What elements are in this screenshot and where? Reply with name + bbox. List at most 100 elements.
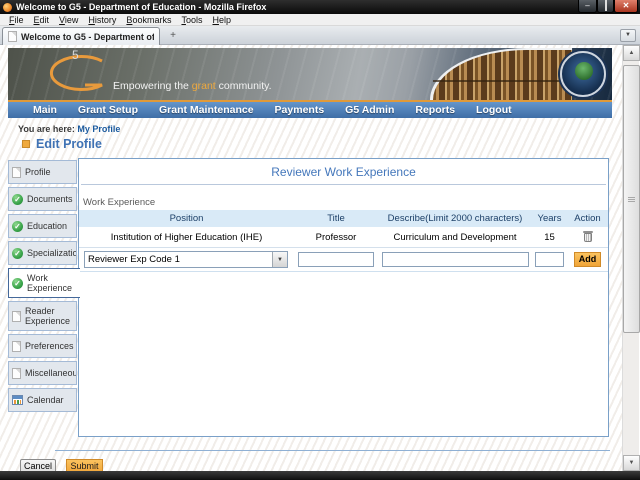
sidebar-item-documents[interactable]: ✓ Documents [8, 187, 77, 211]
vertical-scrollbar[interactable]: ▲ ▼ [622, 45, 639, 471]
tagline-highlight: grant [192, 80, 216, 92]
sidebar-item-preferences[interactable]: Preferences [8, 334, 77, 358]
footer-divider [55, 450, 610, 451]
title-divider [81, 184, 606, 185]
window-title: Welcome to G5 - Department of Education … [16, 2, 266, 12]
nav-main[interactable]: Main [33, 104, 57, 116]
tagline-post: community. [216, 80, 272, 92]
sidebar-item-label: Calendar [27, 395, 64, 405]
cell-years: 15 [532, 227, 567, 248]
sidebar-item-specialization[interactable]: ✓ Specialization [8, 241, 77, 265]
page-icon [12, 167, 21, 178]
cell-title: Professor [294, 227, 378, 248]
maximize-icon [605, 0, 607, 11]
title-input[interactable] [298, 252, 374, 267]
work-experience-table: Position Title Describe(Limit 2000 chara… [79, 210, 608, 272]
new-row-years-cell [532, 248, 567, 272]
cell-position: Institution of Higher Education (IHE) [79, 227, 294, 248]
nav-grant-setup[interactable]: Grant Setup [78, 104, 138, 116]
position-select[interactable]: Reviewer Exp Code 1 ▼ [84, 251, 288, 268]
delete-row-icon[interactable] [584, 233, 592, 242]
nav-logout[interactable]: Logout [476, 104, 512, 116]
column-header-title: Title [294, 210, 378, 227]
sidebar-item-work-experience[interactable]: ✓ Work Experience [8, 268, 80, 298]
column-header-describe: Describe(Limit 2000 characters) [378, 210, 532, 227]
chevron-down-icon[interactable]: ▼ [272, 252, 287, 267]
g5-logo [40, 52, 120, 98]
nav-g5-admin[interactable]: G5 Admin [345, 104, 394, 116]
new-row-position-cell: Reviewer Exp Code 1 ▼ [79, 248, 294, 272]
new-tab-button[interactable]: + [165, 30, 181, 42]
column-header-years: Years [532, 210, 567, 227]
page-title: Edit Profile [36, 137, 102, 151]
sidebar-item-miscellaneous[interactable]: Miscellaneous [8, 361, 77, 385]
page-heading: Edit Profile [22, 137, 102, 151]
menu-file[interactable]: File [4, 15, 29, 25]
window-bottom-border [0, 471, 640, 480]
position-select-value: Reviewer Exp Code 1 [85, 254, 272, 265]
new-row-describe-cell [378, 248, 532, 272]
tab-bar: Welcome to G5 - Department of Edu... + ▼ [0, 26, 640, 45]
close-button[interactable]: ✕ [614, 0, 638, 13]
new-row-action-cell: Add [567, 248, 608, 272]
menu-view[interactable]: View [54, 15, 83, 25]
menu-edit[interactable]: Edit [29, 15, 55, 25]
check-icon: ✓ [12, 194, 23, 205]
check-icon: ✓ [12, 248, 23, 259]
menu-tools[interactable]: Tools [176, 15, 207, 25]
menu-history[interactable]: History [83, 15, 121, 25]
window-titlebar: Welcome to G5 - Department of Education … [0, 0, 640, 14]
page-icon [12, 311, 21, 322]
banner-tagline: Empowering the grant community. [113, 80, 272, 92]
tab-list-button[interactable]: ▼ [620, 29, 636, 42]
sidebar-item-calendar[interactable]: Calendar [8, 388, 77, 412]
sidebar-item-label: Miscellaneous [25, 368, 77, 378]
scrollbar-thumb[interactable] [623, 65, 640, 333]
menu-help[interactable]: Help [207, 15, 236, 25]
dept-education-seal [560, 51, 606, 97]
cell-action [567, 227, 608, 248]
browser-window: Welcome to G5 - Department of Education … [0, 0, 640, 480]
describe-input[interactable] [382, 252, 529, 267]
sidebar-item-label: Preferences [25, 341, 74, 351]
content-title: Reviewer Work Experience [78, 165, 609, 179]
nav-grant-maintenance[interactable]: Grant Maintenance [159, 104, 254, 116]
check-icon: ✓ [12, 221, 23, 232]
scroll-down-button[interactable]: ▼ [623, 455, 640, 471]
bullet-icon [22, 140, 30, 148]
page-icon [8, 31, 17, 42]
breadcrumb-prefix: You are here: [18, 124, 75, 134]
menu-bookmarks[interactable]: Bookmarks [121, 15, 176, 25]
minimize-button[interactable]: – [578, 0, 597, 13]
tagline-pre: Empowering the [113, 80, 192, 92]
scroll-up-button[interactable]: ▲ [623, 45, 640, 61]
tab-title: Welcome to G5 - Department of Edu... [21, 32, 154, 42]
sidebar-item-education[interactable]: ✓ Education [8, 214, 77, 238]
nav-reports[interactable]: Reports [415, 104, 455, 116]
g5-banner: 5 Empowering the grant community. [8, 48, 612, 100]
column-header-action: Action [567, 210, 608, 227]
years-input[interactable] [535, 252, 564, 267]
firefox-icon [3, 3, 12, 12]
new-row-title-cell [294, 248, 378, 272]
sidebar-item-label: Specialization [27, 248, 77, 258]
section-label: Work Experience [83, 197, 155, 208]
sidebar-item-label: Work Experience [27, 273, 78, 293]
nav-payments[interactable]: Payments [275, 104, 325, 116]
breadcrumb-my-profile[interactable]: My Profile [77, 124, 120, 134]
g5-logo-number: 5 [72, 48, 79, 62]
menu-bar: File Edit View History Bookmarks Tools H… [0, 14, 640, 26]
calendar-icon [12, 395, 23, 405]
sidebar-item-profile[interactable]: Profile [8, 160, 77, 184]
maximize-button[interactable] [597, 0, 614, 13]
page-icon [12, 341, 21, 352]
content-panel [78, 158, 609, 437]
main-nav: Main Grant Setup Grant Maintenance Payme… [8, 102, 612, 118]
check-icon: ✓ [12, 278, 23, 289]
cell-describe: Curriculum and Development [378, 227, 532, 248]
page-viewport: 5 Empowering the grant community. Main G… [0, 45, 622, 471]
browser-tab[interactable]: Welcome to G5 - Department of Edu... [2, 27, 160, 45]
sidebar-item-label: Documents [27, 194, 73, 204]
add-button[interactable]: Add [574, 252, 601, 267]
sidebar-item-reader-experience[interactable]: Reader Experience [8, 301, 77, 331]
